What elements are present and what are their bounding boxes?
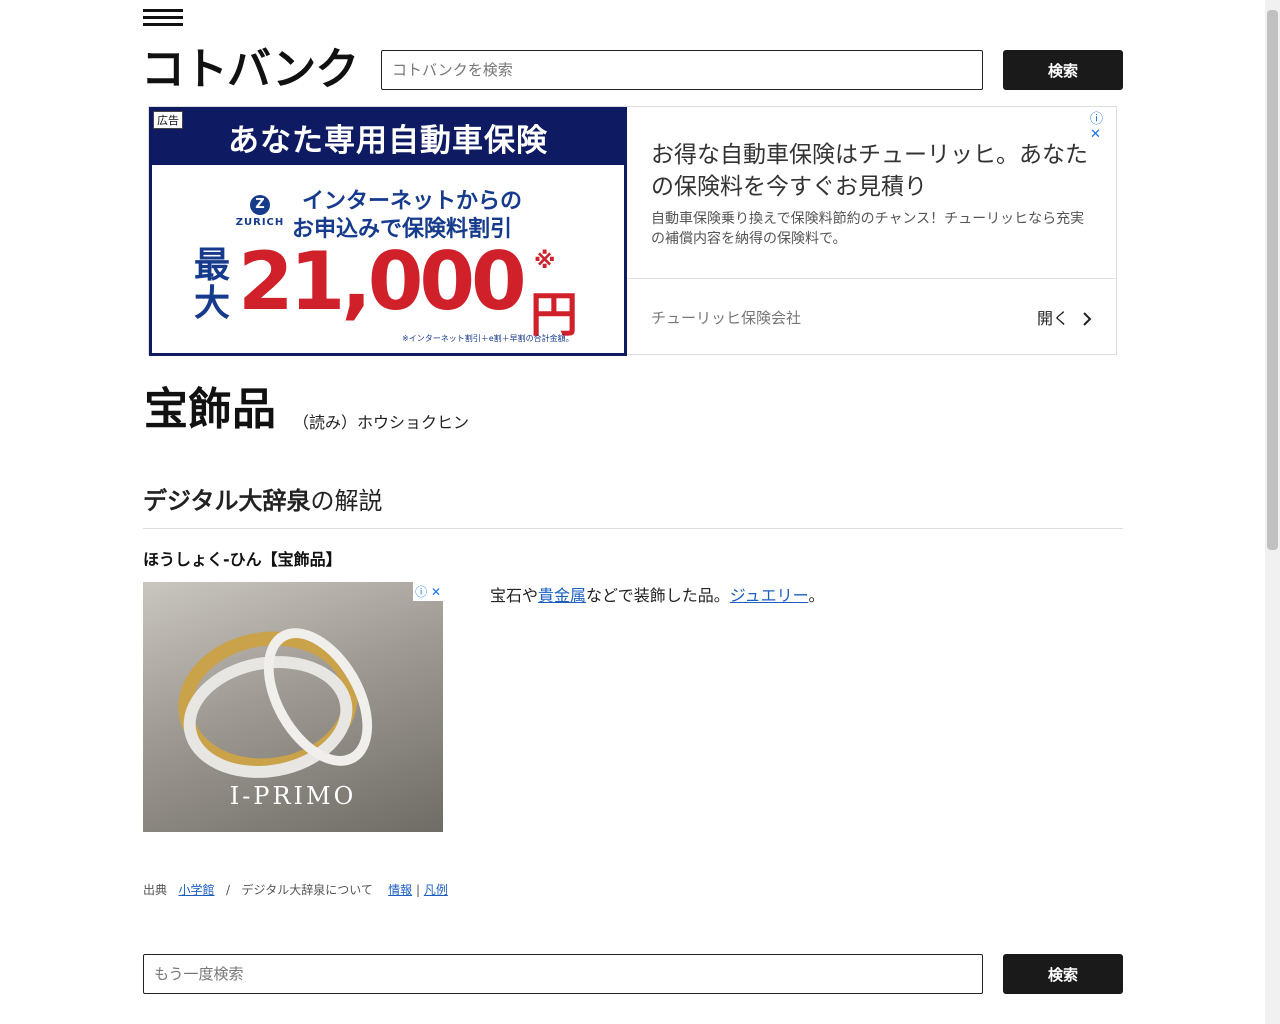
definition-text-1: 宝石や	[490, 586, 539, 605]
section-title-suffix: の解説	[310, 487, 383, 515]
link-kikinzoku[interactable]: 貴金属	[538, 586, 586, 605]
zurich-logo-icon: Z	[250, 195, 270, 215]
site-logo[interactable]: コトバンク	[141, 44, 359, 96]
ad-close-icon[interactable]: ✕	[431, 585, 441, 599]
source-about: デジタル大辞泉について	[241, 883, 373, 897]
zurich-logo-word: ZURICH	[235, 217, 285, 228]
ad-title[interactable]: お得な自動車保険はチューリッヒ。あなたの保険料を今すぐお見積り	[651, 139, 1091, 203]
dictionary-name: デジタル大辞泉	[143, 487, 311, 515]
ad-asterisk: ※	[534, 249, 556, 274]
scrollbar[interactable]	[1265, 0, 1280, 1024]
source-pipe: |	[415, 883, 420, 897]
search-again-button[interactable]: 検索	[1003, 954, 1123, 994]
source-label: 出典	[143, 883, 168, 897]
search-again-input[interactable]	[143, 954, 983, 994]
section-title: デジタル大辞泉の解説	[143, 481, 383, 516]
ad-tag: 広告	[153, 111, 183, 129]
ad-info-icon[interactable]: ⓘ	[415, 585, 427, 599]
zurich-logo: Z ZURICH	[230, 195, 290, 228]
ad-open-button[interactable]: 開く	[1037, 305, 1094, 329]
ad-headline: あなた専用自動車保険	[228, 123, 548, 159]
ad-info-icon[interactable]: ⓘ	[1090, 108, 1103, 127]
link-jewelry[interactable]: ジュエリー	[730, 586, 809, 605]
ring-ad-brand: I-PRIMO	[229, 782, 357, 810]
ad-controls: ⓘ✕	[1087, 108, 1116, 142]
ad-text-panel[interactable]: お得な自動車保険はチューリッヒ。あなたの保険料を今すぐお見積り 自動車保険乗り換…	[627, 107, 1116, 356]
headword: 宝飾品	[144, 384, 276, 435]
search-button[interactable]: 検索	[1003, 50, 1123, 90]
legend-link[interactable]: 凡例	[424, 883, 448, 897]
definition-text-3: 。	[808, 586, 825, 605]
search-input[interactable]	[381, 50, 983, 90]
ad-banner[interactable]: あなた専用自動車保険 Z ZURICH インターネットからの お申込みで保険料割…	[148, 106, 1117, 356]
ad-open-label: 開く	[1037, 309, 1070, 328]
ad-max-label: 最大	[194, 245, 231, 324]
definition: 宝石や貴金属などで装飾した品。ジュエリー。	[490, 585, 824, 607]
info-link[interactable]: 情報	[388, 883, 412, 897]
ad-divider	[627, 278, 1116, 279]
headword-reading: （読み）ホウショクヒン	[293, 413, 470, 432]
source-line: 出典 小学館 / デジタル大辞泉について 情報 | 凡例	[143, 881, 448, 898]
scrollbar-thumb[interactable]	[1267, 10, 1278, 550]
ad-advertiser: チューリッヒ保険会社	[651, 309, 802, 327]
publisher-link[interactable]: 小学館	[178, 883, 214, 897]
definition-text-2: などで装飾した品。	[586, 586, 730, 605]
section-divider	[143, 528, 1123, 529]
ad-description: 自動車保険乗り換えで保険料節約のチャンス！チューリッヒなら充実の補償内容を納得の…	[651, 211, 1085, 247]
ad-amount: 21,000	[238, 235, 527, 328]
menu-icon[interactable]	[143, 9, 183, 31]
entry-heading: ほうしょく‐ひん【宝飾品】	[143, 550, 342, 569]
ad-image-body: Z ZURICH インターネットからの お申込みで保険料割引 最大 21,000…	[152, 165, 624, 353]
ad-image[interactable]: あなた専用自動車保険 Z ZURICH インターネットからの お申込みで保険料割…	[149, 107, 627, 356]
chevron-right-icon	[1083, 312, 1092, 326]
ad-footnote: ※インターネット割引＋e割＋早割の合計金額。	[402, 334, 574, 343]
ring-ad[interactable]: I-PRIMO ⓘ ✕	[143, 582, 443, 832]
source-separator: /	[225, 883, 230, 897]
ad-close-icon[interactable]: ✕	[1090, 127, 1101, 142]
ring-ad-controls: ⓘ ✕	[413, 582, 443, 601]
